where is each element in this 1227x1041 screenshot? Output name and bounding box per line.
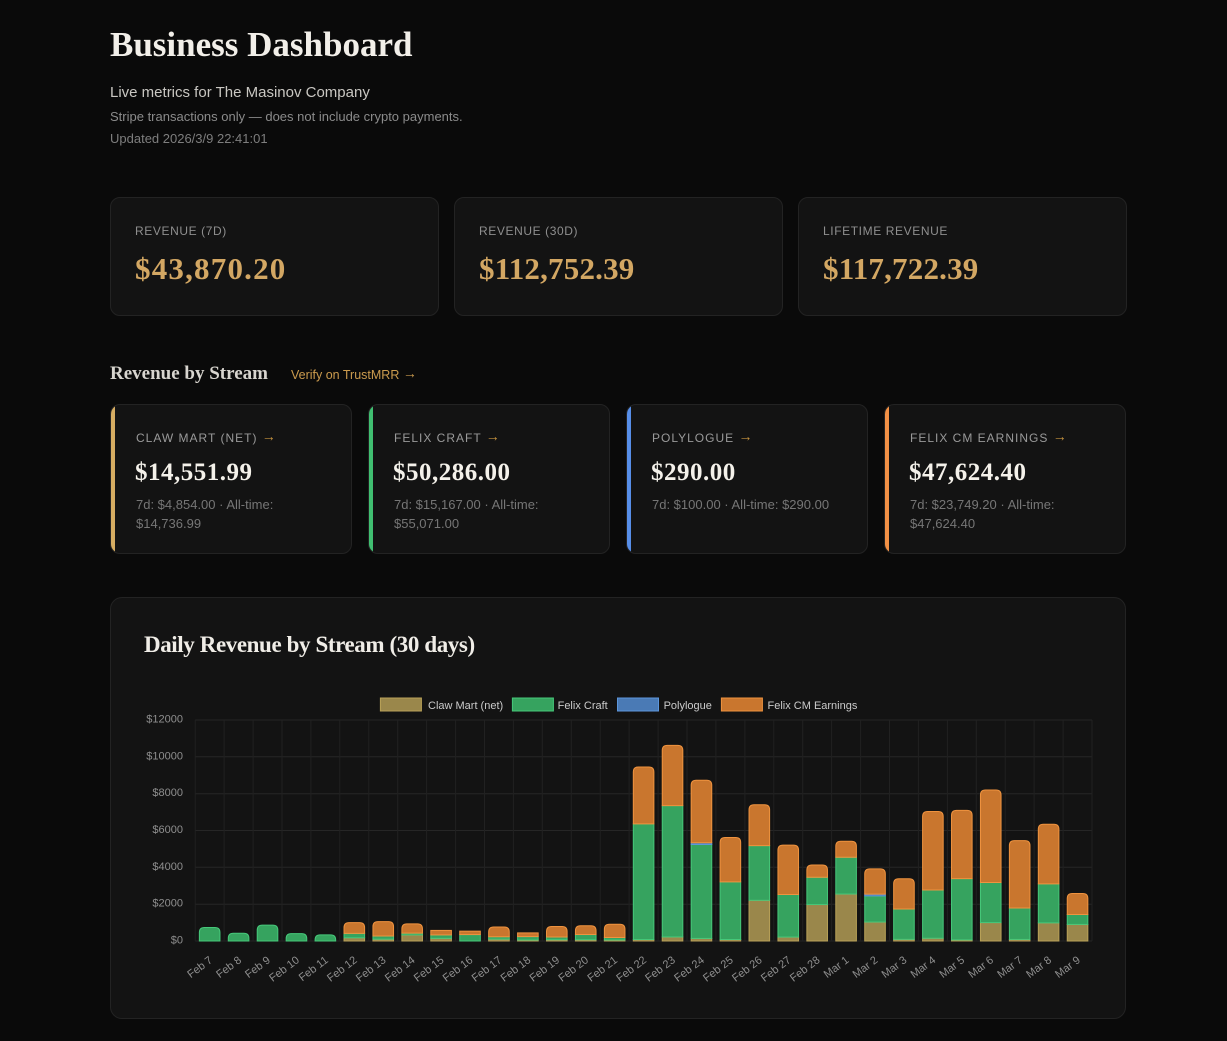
svg-text:Feb 8: Feb 8: [214, 954, 244, 981]
svg-text:Feb 25: Feb 25: [701, 954, 736, 984]
svg-text:$4000: $4000: [152, 861, 183, 873]
svg-text:Feb 10: Feb 10: [267, 954, 302, 984]
svg-text:Felix Craft: Felix Craft: [558, 700, 608, 712]
svg-text:Mar 1: Mar 1: [822, 954, 852, 981]
svg-text:$0: $0: [171, 935, 183, 947]
svg-text:Feb 24: Feb 24: [672, 954, 707, 984]
svg-text:Feb 21: Feb 21: [585, 954, 620, 984]
svg-text:Feb 15: Feb 15: [412, 954, 447, 984]
svg-text:$8000: $8000: [152, 787, 183, 799]
svg-text:Feb 22: Feb 22: [614, 954, 649, 984]
svg-text:Mar 6: Mar 6: [966, 954, 996, 981]
svg-text:Mar 2: Mar 2: [851, 954, 881, 981]
svg-text:Mar 4: Mar 4: [909, 954, 939, 981]
svg-text:Feb 7: Feb 7: [185, 954, 215, 981]
svg-text:Feb 11: Feb 11: [297, 954, 331, 984]
svg-text:Mar 5: Mar 5: [937, 954, 967, 981]
svg-text:Mar 9: Mar 9: [1053, 954, 1083, 981]
svg-text:Feb 28: Feb 28: [788, 954, 823, 984]
svg-text:Feb 17: Feb 17: [470, 954, 505, 984]
svg-text:Feb 20: Feb 20: [556, 954, 591, 984]
svg-text:Claw Mart (net): Claw Mart (net): [428, 700, 503, 712]
svg-text:Feb 26: Feb 26: [730, 954, 765, 984]
svg-text:Feb 13: Feb 13: [354, 954, 389, 984]
svg-text:Feb 16: Feb 16: [441, 954, 476, 984]
svg-text:Mar 7: Mar 7: [995, 954, 1025, 981]
svg-text:Mar 3: Mar 3: [880, 954, 910, 981]
svg-text:Felix CM Earnings: Felix CM Earnings: [768, 700, 858, 712]
svg-text:Feb 19: Feb 19: [528, 954, 563, 984]
svg-text:$10000: $10000: [146, 750, 183, 762]
svg-text:Mar 8: Mar 8: [1024, 954, 1054, 981]
svg-text:Feb 23: Feb 23: [643, 954, 678, 984]
svg-text:Feb 18: Feb 18: [499, 954, 534, 984]
svg-text:Feb 14: Feb 14: [383, 954, 418, 984]
svg-text:$2000: $2000: [152, 898, 183, 910]
svg-text:$6000: $6000: [152, 824, 183, 836]
svg-text:Feb 12: Feb 12: [325, 954, 360, 984]
svg-text:Polylogue: Polylogue: [664, 700, 712, 712]
svg-text:Feb 27: Feb 27: [759, 954, 794, 984]
svg-text:$12000: $12000: [146, 714, 183, 726]
